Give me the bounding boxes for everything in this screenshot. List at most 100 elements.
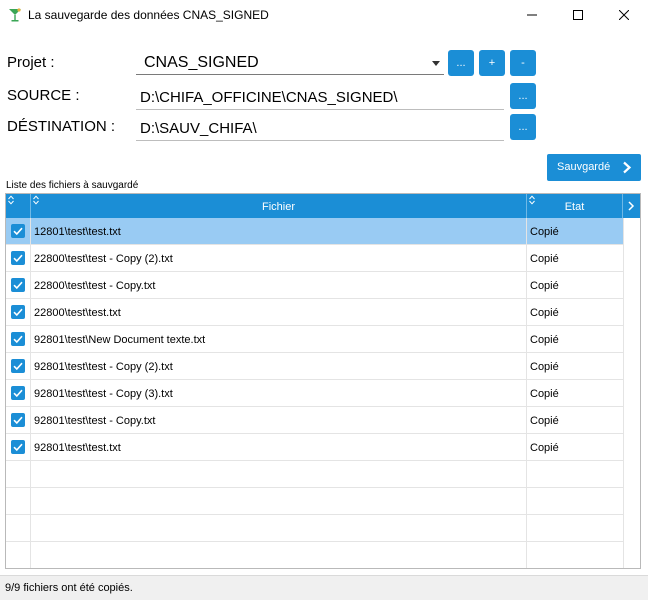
- checkmark-icon: [13, 335, 23, 344]
- table-row[interactable]: 92801\test\test - Copy (3).txt Copié: [6, 380, 623, 407]
- empty-row[interactable]: [6, 515, 623, 542]
- row-check-cell: [6, 326, 31, 353]
- empty-cell: [6, 488, 31, 515]
- header-fichier-label: Fichier: [261, 201, 295, 213]
- row-checkbox[interactable]: [11, 359, 25, 373]
- row-file-cell: 92801\test\test.txt: [31, 434, 527, 461]
- checkmark-icon: [13, 389, 23, 398]
- header-check-column[interactable]: [6, 194, 31, 218]
- close-icon: [619, 10, 629, 20]
- empty-cell: [6, 461, 31, 488]
- row-status-cell: Copié: [530, 442, 559, 454]
- row-check-cell: [6, 353, 31, 380]
- minimize-icon: [527, 14, 537, 16]
- status-text: 9/9 fichiers ont été copiés.: [5, 582, 133, 594]
- header-etat[interactable]: Etat: [527, 194, 623, 218]
- row-status-cell: Copié: [530, 415, 559, 427]
- row-file-cell: 22800\test\test.txt: [31, 299, 527, 326]
- destination-path-field[interactable]: D:\SAUV_CHIFA\: [136, 117, 504, 141]
- checkmark-icon: [13, 416, 23, 425]
- list-caption: Liste des fichiers à sauvgardé: [6, 180, 139, 191]
- row-checkbox[interactable]: [11, 386, 25, 400]
- destination-browse-button[interactable]: ...: [510, 114, 536, 140]
- table-row[interactable]: 92801\test\test.txt Copié: [6, 434, 623, 461]
- add-projet-button[interactable]: +: [479, 50, 505, 76]
- destination-label: DÉSTINATION :: [7, 118, 116, 135]
- window-title: La sauvegarde des données CNAS_SIGNED: [28, 8, 269, 22]
- row-status-cell: Copié: [530, 361, 559, 373]
- row-check-cell: [6, 245, 31, 272]
- checkmark-icon: [13, 281, 23, 290]
- source-browse-button[interactable]: ...: [510, 83, 536, 109]
- table-row[interactable]: 92801\test\test - Copy.txt Copié: [6, 407, 623, 434]
- files-grid[interactable]: Fichier Etat 12801\test\test.txt Copié 228…: [5, 193, 641, 569]
- empty-cell: [527, 488, 623, 515]
- header-fichier[interactable]: Fichier: [31, 194, 527, 218]
- row-file-cell: 92801\test\test - Copy.txt: [31, 407, 527, 434]
- remove-projet-button[interactable]: -: [510, 50, 536, 76]
- row-checkbox[interactable]: [11, 224, 25, 238]
- vertical-scrollbar[interactable]: [623, 218, 640, 568]
- empty-row[interactable]: [6, 542, 623, 568]
- grid-rows: 12801\test\test.txt Copié 22800\test\test …: [6, 218, 623, 568]
- row-check-cell: [6, 380, 31, 407]
- row-checkbox[interactable]: [11, 278, 25, 292]
- source-path-field[interactable]: D:\CHIFA_OFFICINE\CNAS_SIGNED\: [136, 86, 504, 110]
- maximize-icon: [573, 10, 583, 20]
- title-bar: La sauvegarde des données CNAS_SIGNED: [0, 0, 648, 30]
- empty-cell: [31, 461, 527, 488]
- row-file-cell: 92801\test\test - Copy (3).txt: [31, 380, 527, 407]
- sort-icon: [8, 195, 14, 205]
- projet-browse-button[interactable]: ...: [448, 50, 474, 76]
- row-check-cell: [6, 218, 31, 245]
- row-checkbox[interactable]: [11, 413, 25, 427]
- projet-select[interactable]: CNAS_SIGNED: [136, 51, 444, 75]
- row-status-cell: Copié: [530, 226, 559, 238]
- table-row[interactable]: 22800\test\test - Copy (2).txt Copié: [6, 245, 623, 272]
- save-button[interactable]: Sauvgardé: [547, 154, 641, 181]
- empty-row[interactable]: [6, 488, 623, 515]
- empty-cell: [31, 515, 527, 542]
- destination-path-value: D:\SAUV_CHIFA\: [140, 120, 257, 137]
- table-row[interactable]: 92801\test\test - Copy (2).txt Copié: [6, 353, 623, 380]
- empty-cell: [31, 488, 527, 515]
- row-file-cell: 12801\test\test.txt: [31, 218, 527, 245]
- minimize-button[interactable]: [509, 0, 555, 30]
- empty-cell: [527, 542, 623, 568]
- maximize-button[interactable]: [555, 0, 601, 30]
- empty-cell: [6, 542, 31, 568]
- close-button[interactable]: [601, 0, 647, 30]
- grid-header: Fichier Etat: [6, 194, 640, 218]
- projet-label: Projet :: [7, 54, 55, 71]
- row-checkbox[interactable]: [11, 440, 25, 454]
- cocktail-glass-icon: [9, 8, 21, 22]
- table-row[interactable]: 92801\test\New Document texte.txt Copié: [6, 326, 623, 353]
- row-checkbox[interactable]: [11, 332, 25, 346]
- row-checkbox[interactable]: [11, 305, 25, 319]
- checkmark-icon: [13, 227, 23, 236]
- chevron-right-icon: [628, 201, 635, 211]
- row-check-cell: [6, 434, 31, 461]
- table-row[interactable]: 22800\test\test - Copy.txt Copié: [6, 272, 623, 299]
- row-file-cell: 22800\test\test - Copy (2).txt: [31, 245, 527, 272]
- checkmark-icon: [13, 308, 23, 317]
- row-file-cell: 92801\test\test - Copy (2).txt: [31, 353, 527, 380]
- row-status-cell: Copié: [530, 280, 559, 292]
- projet-select-value: CNAS_SIGNED: [144, 54, 259, 71]
- row-check-cell: [6, 272, 31, 299]
- header-scroll-right-button[interactable]: [623, 194, 640, 218]
- row-check-cell: [6, 407, 31, 434]
- chevron-right-icon: [623, 161, 632, 174]
- checkmark-icon: [13, 254, 23, 263]
- table-row[interactable]: 22800\test\test.txt Copié: [6, 299, 623, 326]
- empty-row[interactable]: [6, 461, 623, 488]
- empty-cell: [527, 461, 623, 488]
- row-status-cell: Copié: [530, 334, 559, 346]
- row-status-cell: Copié: [530, 307, 559, 319]
- table-row[interactable]: 12801\test\test.txt Copié: [6, 218, 623, 245]
- source-label: SOURCE :: [7, 87, 80, 104]
- row-checkbox[interactable]: [11, 251, 25, 265]
- row-check-cell: [6, 299, 31, 326]
- checkmark-icon: [13, 362, 23, 371]
- row-file-cell: 92801\test\New Document texte.txt: [31, 326, 527, 353]
